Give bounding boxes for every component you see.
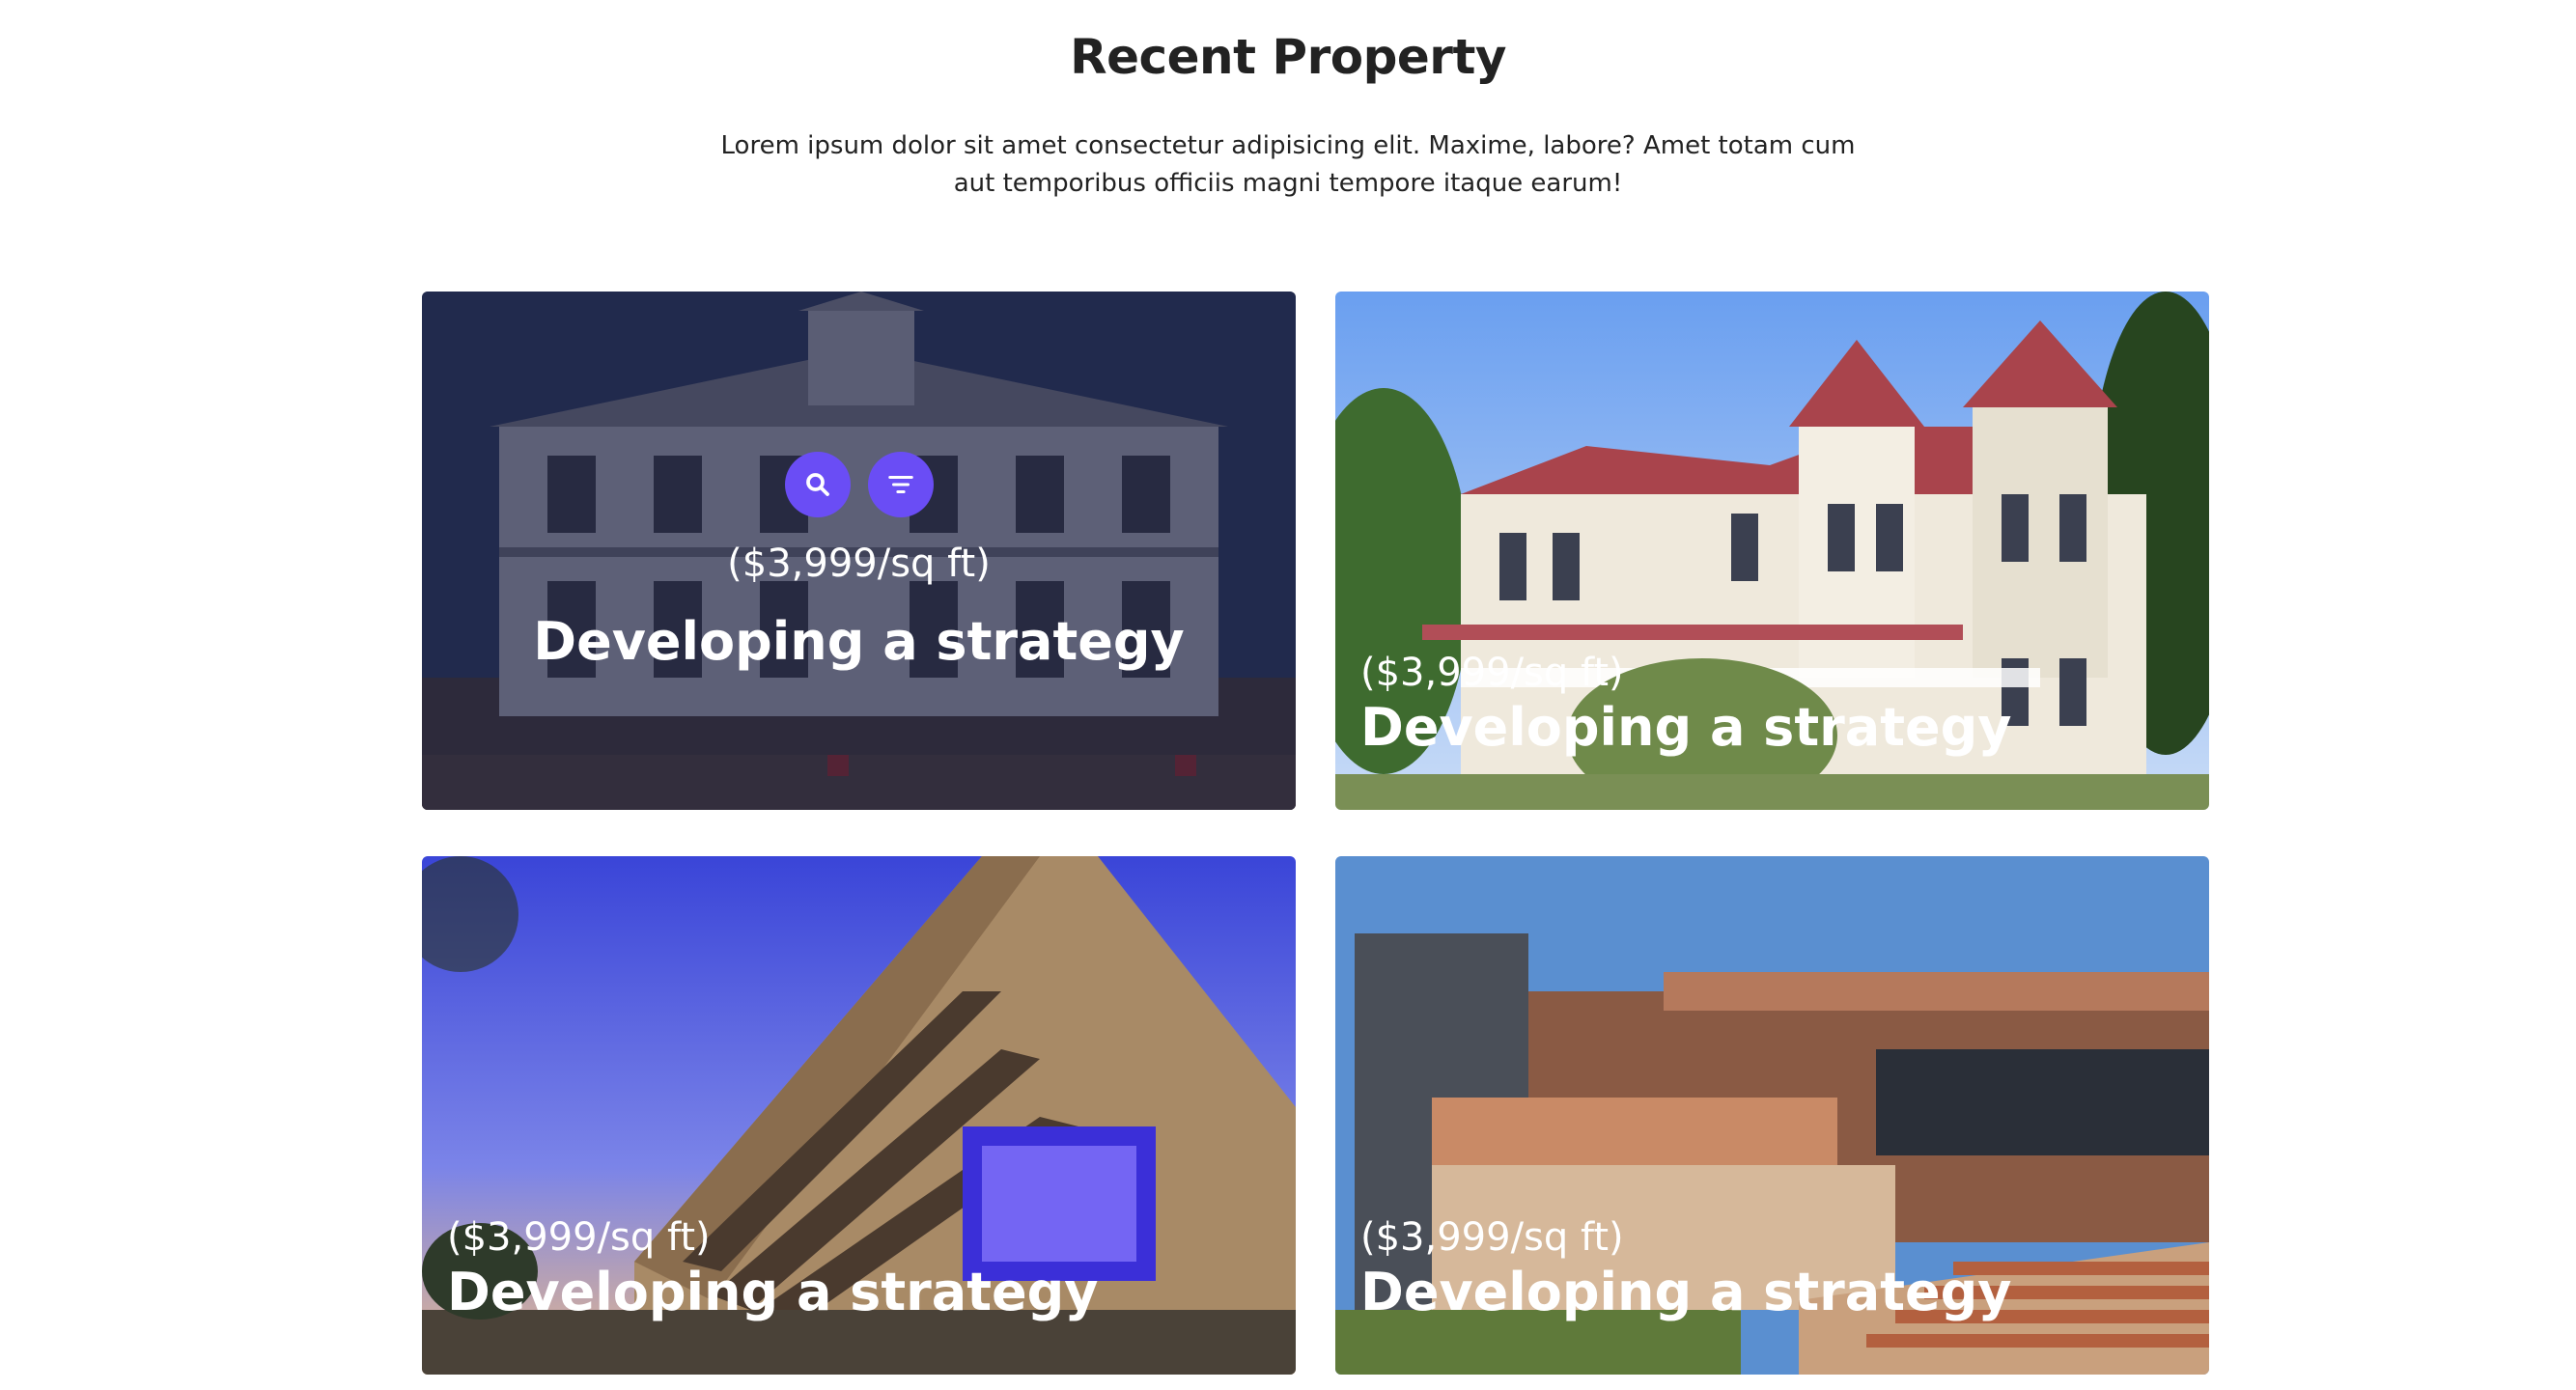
card-caption: ($3,999/sq ft) Developing a strategy [447, 1214, 1099, 1324]
search-button[interactable] [784, 452, 851, 517]
property-title[interactable]: Developing a strategy [1360, 1261, 2012, 1324]
card-actions [422, 452, 1296, 517]
section-title: Recent Property [1070, 29, 1506, 85]
property-card[interactable]: ($3,999/sq ft) Developing a strategy [422, 856, 1296, 1375]
card-caption: ($3,999/sq ft) Developing a strategy [422, 541, 1296, 674]
search-icon [805, 473, 829, 496]
card-caption: ($3,999/sq ft) Developing a strategy [1360, 650, 2012, 760]
filter-icon [887, 476, 913, 493]
property-card[interactable]: ($3,999/sq ft) Developing a strategy [1335, 856, 2209, 1375]
property-title[interactable]: Developing a strategy [447, 1261, 1099, 1324]
property-title[interactable]: Developing a strategy [1360, 696, 2012, 760]
property-price: ($3,999/sq ft) [1360, 651, 1624, 695]
property-title[interactable]: Developing a strategy [422, 610, 1296, 674]
section-description: Lorem ipsum dolor sit amet consectetur a… [720, 131, 1856, 198]
filter-button[interactable] [867, 452, 934, 517]
card-caption: ($3,999/sq ft) Developing a strategy [1360, 1214, 2012, 1324]
property-price: ($3,999/sq ft) [1360, 1215, 1624, 1260]
recent-property-section: Recent Property Lorem ipsum dolor sit am… [0, 0, 2576, 1390]
property-price: ($3,999/sq ft) [727, 542, 991, 586]
property-price: ($3,999/sq ft) [447, 1215, 711, 1260]
property-card[interactable]: ($3,999/sq ft) Developing a strategy [1335, 292, 2209, 810]
property-card[interactable]: ($3,999/sq ft) Developing a strategy [422, 292, 1296, 810]
